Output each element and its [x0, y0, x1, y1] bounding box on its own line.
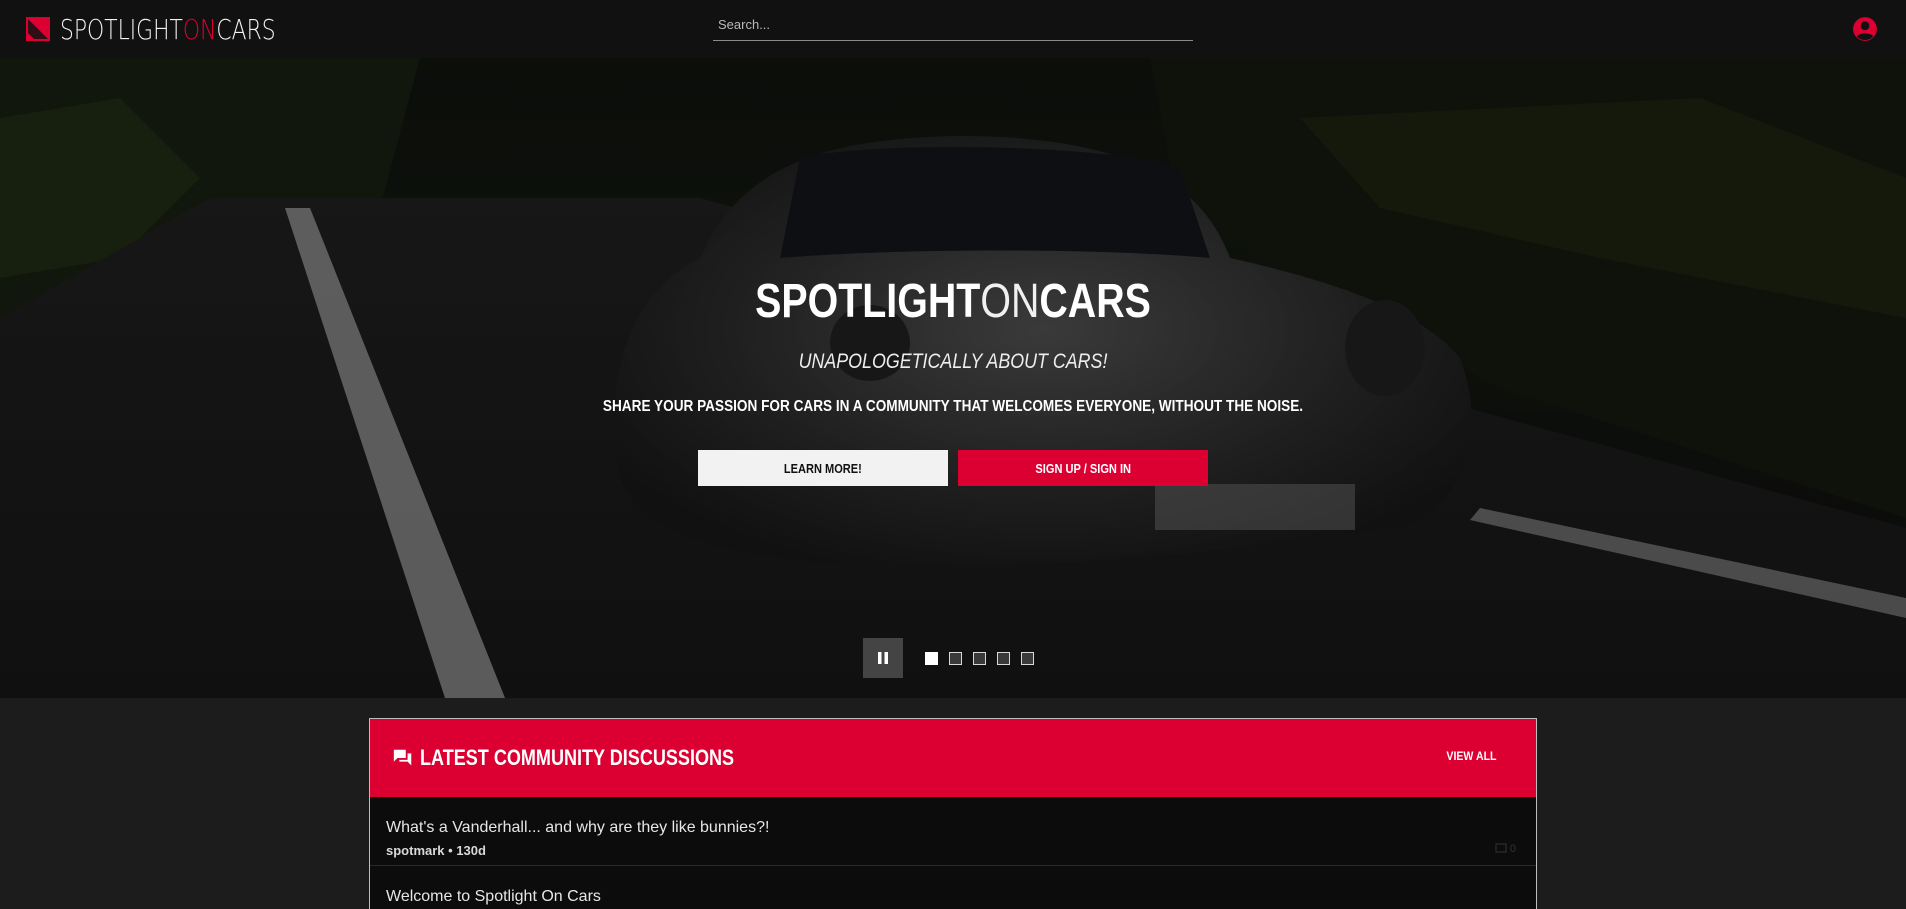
search-input[interactable]: [713, 10, 1203, 38]
learn-more-button[interactable]: LEARN MORE!: [698, 450, 948, 486]
account-circle-icon[interactable]: [1852, 16, 1878, 42]
carousel-controls: [863, 638, 1045, 678]
logo-mark-icon: [26, 17, 50, 41]
discussions-title: LATEST COMMUNITY DISCUSSIONS: [392, 745, 803, 771]
carousel-dot-2[interactable]: [949, 651, 962, 665]
carousel-dot-1[interactable]: [925, 651, 938, 665]
hero-tagline: UNAPOLOGETICALLY ABOUT CARS!: [798, 350, 1108, 373]
comment-icon: [1495, 843, 1507, 853]
top-navigation-bar: SPOTLIGHTONCARS: [0, 0, 1906, 58]
logo-wordmark: SPOTLIGHTONCARS: [60, 12, 276, 46]
site-logo[interactable]: SPOTLIGHTONCARS: [26, 12, 336, 46]
carousel-dot-3[interactable]: [973, 651, 986, 665]
discussion-meta: spotmark • 130d: [386, 843, 486, 858]
forum-icon: [393, 749, 412, 766]
latest-discussions-panel: LATEST COMMUNITY DISCUSSIONS VIEW ALL Wh…: [369, 718, 1537, 909]
carousel-dot-4[interactable]: [997, 651, 1010, 665]
hero-title: SPOTLIGHTONCARS: [755, 275, 1151, 328]
carousel-dot-5[interactable]: [1021, 651, 1034, 665]
comment-count: 0: [1495, 843, 1516, 855]
search-bar: [713, 10, 1203, 41]
discussion-title[interactable]: Welcome to Spotlight On Cars: [386, 888, 601, 906]
hero-content: SPOTLIGHTONCARS UNAPOLOGETICALLY ABOUT C…: [0, 58, 1906, 698]
discussion-row[interactable]: What's a Vanderhall... and why are they …: [370, 797, 1536, 866]
discussions-header: LATEST COMMUNITY DISCUSSIONS VIEW ALL: [370, 719, 1536, 797]
pause-icon: [878, 652, 888, 664]
hero-banner: SPOTLIGHTONCARS UNAPOLOGETICALLY ABOUT C…: [0, 58, 1906, 698]
pause-button[interactable]: [863, 638, 903, 678]
discussion-row[interactable]: Welcome to Spotlight On Cars: [370, 866, 1536, 909]
signup-signin-button[interactable]: SIGN UP / SIGN IN: [958, 450, 1208, 486]
discussion-title[interactable]: What's a Vanderhall... and why are they …: [386, 819, 769, 837]
hero-description: SHARE YOUR PASSION FOR CARS IN A COMMUNI…: [602, 398, 1304, 415]
carousel-indicators: [925, 651, 1045, 665]
view-all-link[interactable]: VIEW ALL: [1447, 749, 1497, 763]
